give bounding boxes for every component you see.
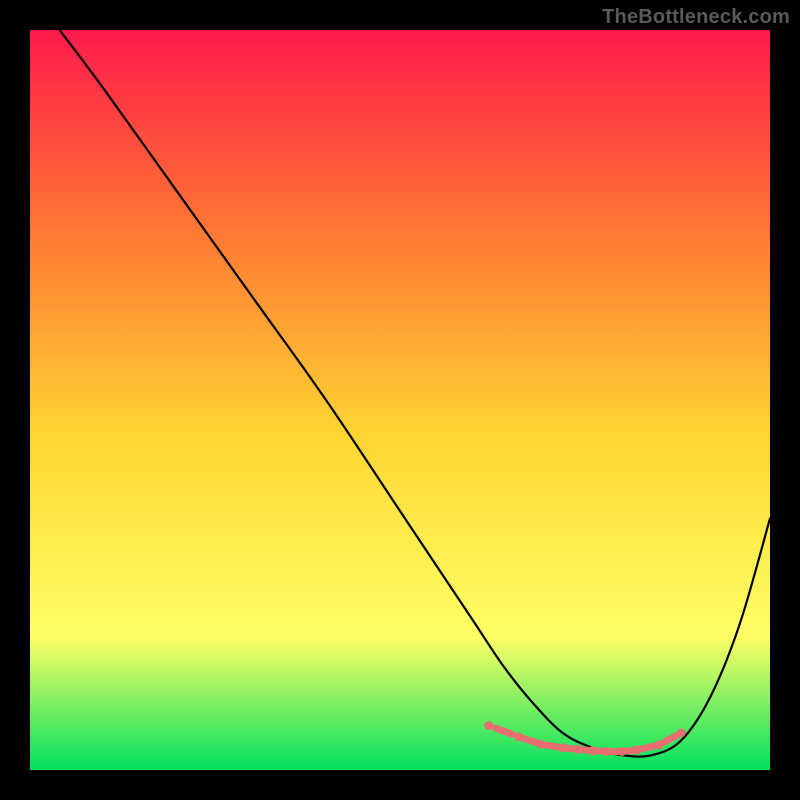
plot-svg [30, 30, 770, 770]
watermark-text: TheBottleneck.com [602, 6, 790, 29]
plot-area [30, 30, 770, 770]
chart-frame: TheBottleneck.com [0, 0, 800, 800]
